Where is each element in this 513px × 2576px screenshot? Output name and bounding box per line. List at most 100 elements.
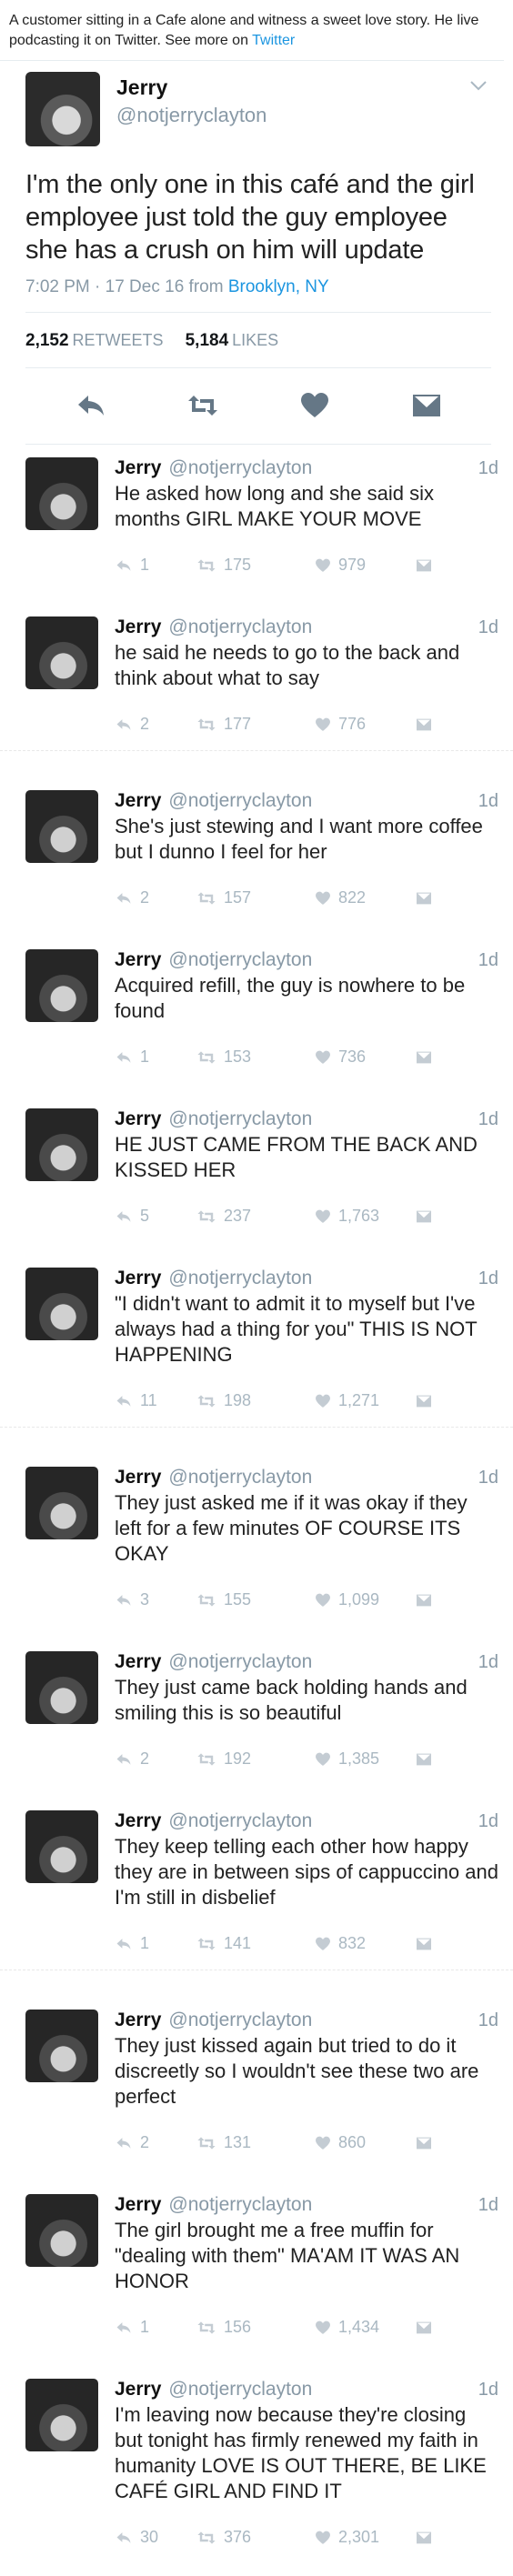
like-button[interactable]: 860 bbox=[315, 2133, 415, 2152]
reply-author-name[interactable]: Jerry bbox=[115, 1810, 161, 1832]
reply-tweet[interactable]: Jerry @notjerryclayton 1d Acquired refill, … bbox=[0, 937, 513, 1083]
reply-author-handle[interactable]: @notjerryclayton bbox=[168, 1108, 312, 1130]
avatar[interactable] bbox=[25, 616, 98, 689]
retweet-button[interactable]: 157 bbox=[196, 888, 315, 907]
reply-button[interactable]: 1 bbox=[115, 2318, 196, 2337]
reply-tweet[interactable]: Jerry @notjerryclayton 1d I'm leaving now b… bbox=[0, 2366, 513, 2563]
reply-tweet[interactable]: Jerry @notjerryclayton 1d "I didn't want to… bbox=[0, 1255, 513, 1427]
reply-author-name[interactable]: Jerry bbox=[115, 1467, 161, 1488]
reply-author-name[interactable]: Jerry bbox=[115, 1268, 161, 1289]
like-button[interactable]: 979 bbox=[315, 556, 415, 575]
reply-tweet[interactable]: Jerry @notjerryclayton 1d She's just stewin… bbox=[0, 777, 513, 924]
author-handle[interactable]: @notjerryclayton bbox=[116, 104, 469, 127]
reply-author-name[interactable]: Jerry bbox=[115, 616, 161, 638]
reply-author-name[interactable]: Jerry bbox=[115, 2010, 161, 2031]
reply-author-name[interactable]: Jerry bbox=[115, 2379, 161, 2401]
reply-author-name[interactable]: Jerry bbox=[115, 1108, 161, 1130]
reply-tweet[interactable]: Jerry @notjerryclayton 1d He asked how long… bbox=[0, 445, 513, 591]
reply-author-handle[interactable]: @notjerryclayton bbox=[168, 2379, 312, 2401]
reply-button[interactable]: 30 bbox=[115, 2528, 196, 2547]
reply-button[interactable]: 2 bbox=[115, 1749, 196, 1769]
avatar[interactable] bbox=[25, 2379, 98, 2451]
reply-tweet[interactable]: Jerry @notjerryclayton 1d The girl brought … bbox=[0, 2181, 513, 2353]
like-button[interactable]: 1,763 bbox=[315, 1207, 415, 1226]
reply-tweet[interactable]: Jerry @notjerryclayton 1d he said he needs … bbox=[0, 604, 513, 750]
retweet-button[interactable]: 153 bbox=[196, 1047, 315, 1067]
retweet-button[interactable]: 376 bbox=[196, 2528, 315, 2547]
reply-author-name[interactable]: Jerry bbox=[115, 1651, 161, 1673]
reply-time[interactable]: 1d bbox=[478, 1268, 498, 1289]
dm-button[interactable] bbox=[415, 2320, 433, 2335]
reply-time[interactable]: 1d bbox=[478, 2380, 498, 2401]
reply-author-handle[interactable]: @notjerryclayton bbox=[168, 616, 312, 638]
reply-author-name[interactable]: Jerry bbox=[115, 790, 161, 812]
reply-button[interactable]: 1 bbox=[115, 1934, 196, 1953]
reply-button[interactable]: 3 bbox=[115, 1590, 196, 1609]
like-button[interactable]: 832 bbox=[315, 1934, 415, 1953]
reply-tweet[interactable]: Jerry @notjerryclayton 1d HE JUST CAME FROM… bbox=[0, 1096, 513, 1242]
reply-time[interactable]: 1d bbox=[478, 617, 498, 638]
reply-tweet[interactable]: Jerry @notjerryclayton 1d They just came ba… bbox=[0, 1639, 513, 1785]
retweet-button[interactable]: 237 bbox=[196, 1207, 315, 1226]
envelope-icon[interactable] bbox=[411, 392, 442, 424]
reply-tweet[interactable]: Jerry @notjerryclayton 1d They just kissed … bbox=[0, 1997, 513, 2169]
reply-button[interactable]: 11 bbox=[115, 1391, 196, 1410]
reply-tweet[interactable]: Jerry @notjerryclayton 1d They just asked m… bbox=[0, 1454, 513, 1626]
reply-author-handle[interactable]: @notjerryclayton bbox=[168, 1810, 312, 1832]
reply-author-handle[interactable]: @notjerryclayton bbox=[168, 790, 312, 812]
avatar[interactable] bbox=[25, 1268, 98, 1340]
like-button[interactable]: 1,434 bbox=[315, 2318, 415, 2337]
dm-button[interactable] bbox=[415, 2136, 433, 2150]
retweet-button[interactable]: 198 bbox=[196, 1391, 315, 1410]
reply-time[interactable]: 1d bbox=[478, 1468, 498, 1488]
reply-author-name[interactable]: Jerry bbox=[115, 2194, 161, 2216]
reply-author-handle[interactable]: @notjerryclayton bbox=[168, 949, 312, 971]
avatar[interactable] bbox=[25, 1810, 98, 1883]
avatar[interactable] bbox=[25, 1651, 98, 1724]
retweet-button[interactable]: 131 bbox=[196, 2133, 315, 2152]
reply-author-name[interactable]: Jerry bbox=[115, 949, 161, 971]
tweet-location[interactable]: Brooklyn, NY bbox=[228, 277, 329, 296]
dm-button[interactable] bbox=[415, 558, 433, 573]
reply-button[interactable]: 1 bbox=[115, 556, 196, 575]
avatar[interactable] bbox=[25, 1467, 98, 1539]
reply-time[interactable]: 1d bbox=[478, 2195, 498, 2216]
avatar[interactable] bbox=[25, 790, 98, 863]
avatar[interactable] bbox=[25, 2010, 98, 2082]
dm-button[interactable] bbox=[415, 1752, 433, 1767]
dm-button[interactable] bbox=[415, 891, 433, 906]
reply-author-handle[interactable]: @notjerryclayton bbox=[168, 457, 312, 479]
retweet-button[interactable]: 155 bbox=[196, 1590, 315, 1609]
reply-arrow-icon[interactable] bbox=[75, 392, 106, 424]
caption-twitter-link[interactable]: Twitter bbox=[252, 33, 295, 48]
retweet-button[interactable]: 156 bbox=[196, 2318, 315, 2337]
like-button[interactable]: 1,385 bbox=[315, 1749, 415, 1769]
heart-icon[interactable] bbox=[299, 392, 330, 424]
dm-button[interactable] bbox=[415, 1050, 433, 1065]
dm-button[interactable] bbox=[415, 2531, 433, 2545]
dm-button[interactable] bbox=[415, 1937, 433, 1951]
like-button[interactable]: 776 bbox=[315, 715, 415, 734]
avatar[interactable] bbox=[25, 1108, 98, 1181]
reply-author-handle[interactable]: @notjerryclayton bbox=[168, 2194, 312, 2216]
avatar[interactable] bbox=[25, 949, 98, 1022]
avatar[interactable] bbox=[25, 2194, 98, 2267]
chevron-down-icon[interactable] bbox=[469, 74, 488, 97]
retweets-label[interactable]: RETWEETS bbox=[73, 331, 164, 349]
reply-tweet[interactable]: Jerry @notjerryclayton 1d They keep telling… bbox=[0, 1798, 513, 1970]
reply-time[interactable]: 1d bbox=[478, 2010, 498, 2031]
reply-time[interactable]: 1d bbox=[478, 950, 498, 971]
reply-button[interactable]: 2 bbox=[115, 888, 196, 907]
author-name[interactable]: Jerry bbox=[116, 75, 469, 100]
retweet-button[interactable]: 175 bbox=[196, 556, 315, 575]
like-button[interactable]: 736 bbox=[315, 1047, 415, 1067]
retweet-button[interactable]: 192 bbox=[196, 1749, 315, 1769]
like-button[interactable]: 1,271 bbox=[315, 1391, 415, 1410]
reply-time[interactable]: 1d bbox=[478, 1811, 498, 1832]
reply-author-name[interactable]: Jerry bbox=[115, 457, 161, 479]
like-button[interactable]: 822 bbox=[315, 888, 415, 907]
avatar[interactable] bbox=[25, 457, 98, 530]
like-count[interactable]: 5,184 bbox=[186, 331, 229, 350]
reply-time[interactable]: 1d bbox=[478, 1652, 498, 1673]
retweet-button[interactable]: 177 bbox=[196, 715, 315, 734]
